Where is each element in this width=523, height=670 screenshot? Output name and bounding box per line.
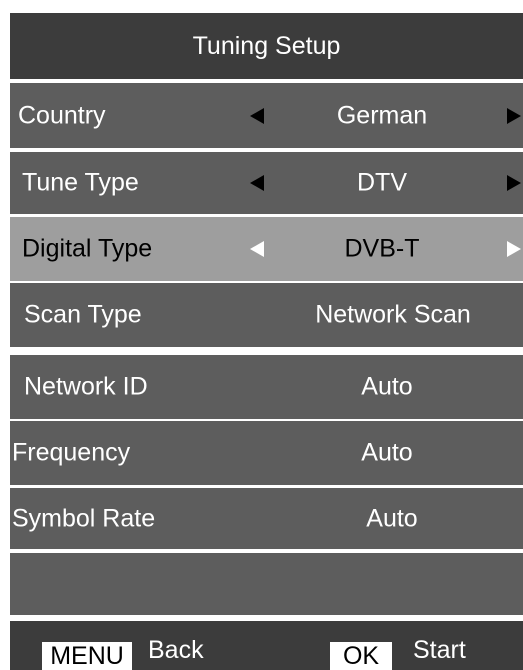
triangle-left-icon[interactable]	[250, 175, 264, 191]
menu-item-value: Auto	[361, 372, 413, 401]
menu-item-country[interactable]: Country German	[10, 83, 523, 148]
back-action-label: Back	[148, 636, 204, 664]
triangle-right-icon[interactable]	[507, 175, 521, 191]
menu-item-label: Symbol Rate	[12, 504, 156, 532]
menu-item-value: DVB-T	[344, 234, 420, 263]
footer-bar: MENU Back OK Start	[10, 621, 523, 670]
ok-key-button[interactable]: OK	[330, 642, 392, 670]
triangle-left-icon[interactable]	[250, 107, 264, 124]
start-action-label: Start	[413, 636, 466, 664]
triangle-left-icon[interactable]	[250, 241, 264, 257]
menu-key-button[interactable]: MENU	[42, 642, 132, 670]
menu-item-label: Country	[18, 101, 106, 129]
menu-item-frequency[interactable]: Frequency Auto	[10, 421, 523, 485]
triangle-right-icon[interactable]	[507, 241, 521, 257]
menu-item-value: Auto	[361, 438, 413, 467]
menu-item-value: DTV	[357, 168, 407, 197]
menu-item-digital-type[interactable]: Digital Type DVB-T	[10, 217, 523, 281]
menu-item-value: Auto	[366, 504, 418, 532]
menu-title: Tuning Setup	[10, 13, 523, 79]
menu-item-value: Network Scan	[315, 300, 471, 329]
menu-item-network-id[interactable]: Network ID Auto	[10, 355, 523, 419]
triangle-right-icon[interactable]	[507, 107, 521, 124]
menu-item-label: Scan Type	[24, 300, 142, 329]
menu-item-label: Tune Type	[22, 168, 139, 197]
empty-menu-row	[10, 553, 523, 615]
menu-item-symbol-rate[interactable]: Symbol Rate Auto	[10, 488, 523, 549]
menu-item-tune-type[interactable]: Tune Type DTV	[10, 152, 523, 214]
menu-item-scan-type[interactable]: Scan Type Network Scan	[10, 283, 523, 347]
menu-item-label: Digital Type	[22, 234, 153, 263]
menu-item-label: Frequency	[12, 438, 131, 467]
menu-item-label: Network ID	[24, 372, 148, 401]
tuning-setup-menu: Tuning Setup Country German Tune Type DT…	[10, 13, 523, 670]
menu-item-value: German	[336, 101, 428, 129]
